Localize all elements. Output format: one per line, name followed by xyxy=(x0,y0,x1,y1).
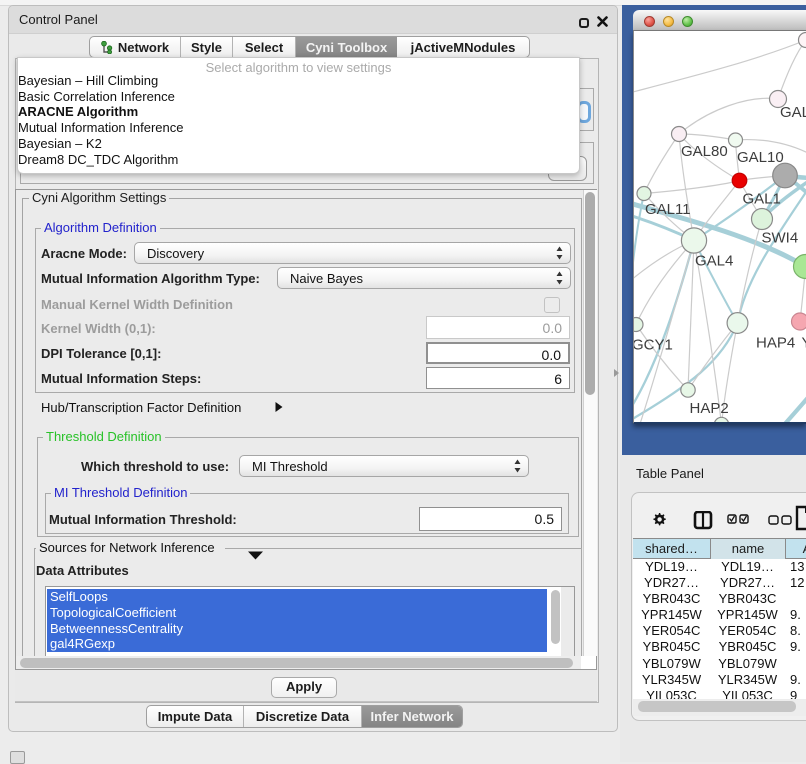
svg-text:GAL4: GAL4 xyxy=(695,253,733,270)
svg-text:GAL: GAL xyxy=(780,104,806,121)
svg-text:HAP4: HAP4 xyxy=(756,335,795,352)
svg-text:GAL80: GAL80 xyxy=(681,143,728,160)
svg-text:GCY1: GCY1 xyxy=(634,337,673,354)
svg-text:SWI4: SWI4 xyxy=(762,230,799,247)
svg-text:HAP2: HAP2 xyxy=(690,400,729,417)
svg-text:GAL1: GAL1 xyxy=(743,191,781,208)
svg-text:GAL10: GAL10 xyxy=(737,149,784,166)
svg-text:Y: Y xyxy=(802,335,806,352)
svg-text:GAL11: GAL11 xyxy=(645,201,691,218)
